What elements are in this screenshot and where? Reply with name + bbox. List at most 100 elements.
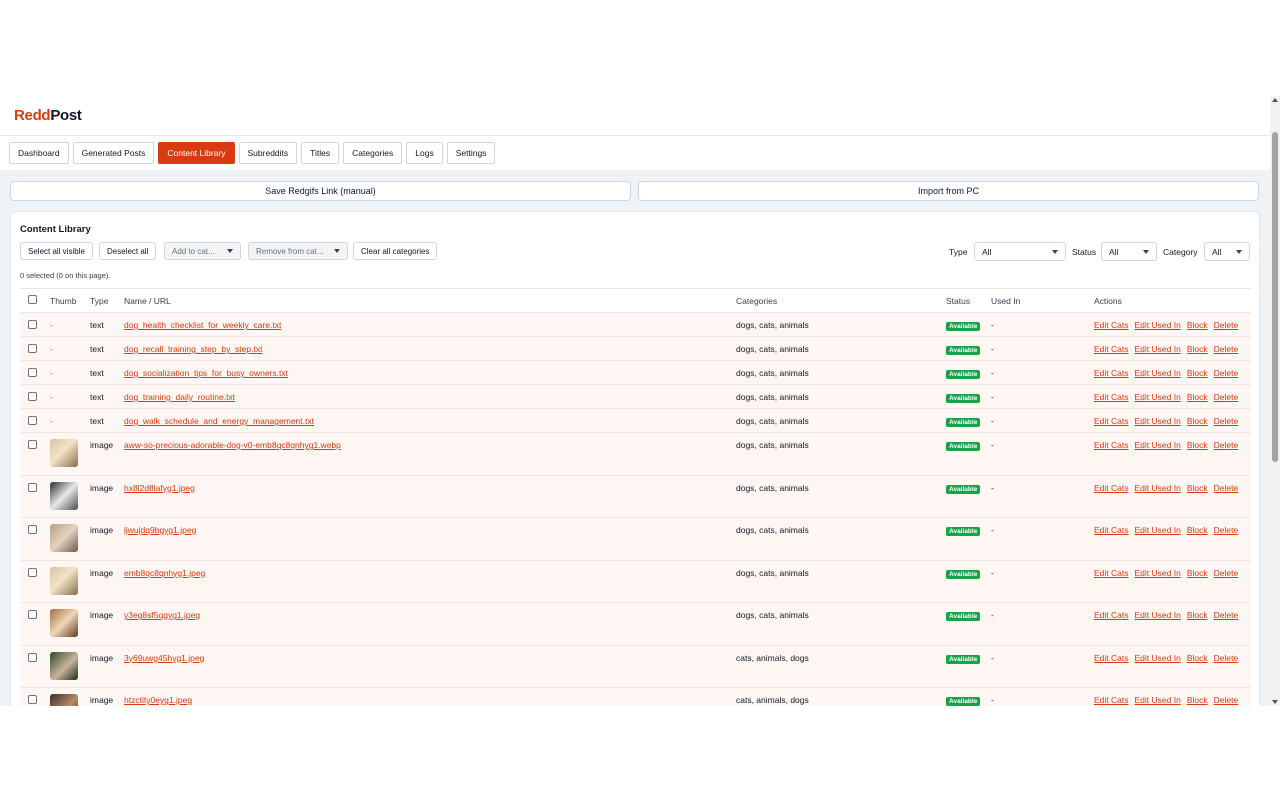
table-row[interactable]: image y3eg8sf5qgyg1.jpeg dogs, cats, anima… (20, 602, 1251, 646)
row-checkbox[interactable] (28, 392, 37, 401)
file-name-link[interactable]: dog_walk_schedule_and_energy_management.… (124, 416, 314, 426)
row-checkbox[interactable] (28, 695, 37, 704)
edit-used-in-link[interactable]: Edit Used In (1135, 695, 1181, 705)
category-filter-select[interactable]: All (1204, 242, 1250, 261)
edit-used-in-link[interactable]: Edit Used In (1135, 368, 1181, 378)
tab-titles[interactable]: Titles (301, 142, 340, 164)
row-checkbox[interactable] (28, 344, 37, 353)
table-row[interactable]: image emb8qc8qnhyg1.jpeg dogs, cats, anima… (20, 560, 1251, 603)
scroll-up-icon[interactable] (1272, 98, 1278, 102)
table-row[interactable]: image aww-so-precious-adorable-dog-v0-emb… (20, 432, 1251, 476)
tab-categories[interactable]: Categories (343, 142, 403, 164)
edit-used-in-link[interactable]: Edit Used In (1135, 653, 1181, 663)
delete-link[interactable]: Delete (1214, 568, 1239, 578)
edit-cats-link[interactable]: Edit Cats (1094, 416, 1129, 426)
edit-cats-link[interactable]: Edit Cats (1094, 653, 1129, 663)
thumbnail-image[interactable] (50, 609, 78, 637)
table-row[interactable]: - text dog_walk_schedule_and_energy_manage… (20, 408, 1251, 433)
edit-cats-link[interactable]: Edit Cats (1094, 610, 1129, 620)
edit-cats-link[interactable]: Edit Cats (1094, 368, 1129, 378)
edit-cats-link[interactable]: Edit Cats (1094, 695, 1129, 705)
block-link[interactable]: Block (1187, 368, 1208, 378)
file-name-link[interactable]: hx8l2d8lafyg1.jpeg (124, 483, 195, 493)
row-checkbox[interactable] (28, 610, 37, 619)
page-scrollbar[interactable] (1270, 96, 1280, 706)
row-checkbox-cell[interactable] (20, 475, 50, 518)
thumbnail-image[interactable] (50, 439, 78, 467)
remove-from-category-select[interactable]: Remove from cat... (248, 242, 348, 260)
edit-used-in-link[interactable]: Edit Used In (1135, 610, 1181, 620)
block-link[interactable]: Block (1187, 320, 1208, 330)
edit-used-in-link[interactable]: Edit Used In (1135, 416, 1181, 426)
delete-link[interactable]: Delete (1214, 344, 1239, 354)
row-checkbox-cell[interactable] (20, 432, 50, 476)
tab-logs[interactable]: Logs (406, 142, 443, 164)
file-name-link[interactable]: dog_socialization_tips_for_busy_owners.t… (124, 368, 288, 378)
edit-cats-link[interactable]: Edit Cats (1094, 320, 1129, 330)
table-row[interactable]: - text dog_recall_training_step_by_step.tx… (20, 336, 1251, 361)
row-checkbox-cell[interactable] (20, 336, 50, 361)
thumbnail-image[interactable] (50, 481, 78, 510)
import-from-pc-button[interactable]: Import from PC (638, 181, 1259, 201)
block-link[interactable]: Block (1187, 416, 1208, 426)
file-name-link[interactable]: emb8qc8qnhyg1.jpeg (124, 568, 205, 578)
edit-cats-link[interactable]: Edit Cats (1094, 440, 1129, 450)
delete-link[interactable]: Delete (1214, 392, 1239, 402)
tab-generated-posts[interactable]: Generated Posts (72, 142, 155, 164)
thumbnail-image[interactable] (50, 651, 78, 680)
table-row[interactable]: - text dog_socialization_tips_for_busy_own… (20, 360, 1251, 385)
row-checkbox-cell[interactable] (20, 384, 50, 409)
tab-subreddits[interactable]: Subreddits (238, 142, 298, 164)
table-row[interactable]: image ljwujdq9bgyg1.jpeg dogs, cats, anima… (20, 517, 1251, 561)
thumbnail-image[interactable] (50, 566, 78, 595)
block-link[interactable]: Block (1187, 653, 1208, 663)
row-checkbox-cell[interactable] (20, 687, 50, 706)
select-all-checkbox-cell[interactable] (20, 288, 50, 313)
delete-link[interactable]: Delete (1214, 483, 1239, 493)
row-checkbox[interactable] (28, 652, 37, 662)
row-checkbox-cell[interactable] (20, 645, 50, 688)
row-checkbox-cell[interactable] (20, 602, 50, 646)
delete-link[interactable]: Delete (1214, 653, 1239, 663)
delete-link[interactable]: Delete (1214, 368, 1239, 378)
type-filter-select[interactable]: All (974, 242, 1066, 261)
block-link[interactable]: Block (1187, 695, 1208, 705)
row-checkbox-cell[interactable] (20, 408, 50, 433)
scroll-down-icon[interactable] (1272, 700, 1278, 704)
table-row[interactable]: - text dog_training_daily_routine.txt dogs,… (20, 384, 1251, 409)
row-checkbox-cell[interactable] (20, 360, 50, 385)
deselect-all-button[interactable]: Deselect all (99, 242, 157, 260)
edit-used-in-link[interactable]: Edit Used In (1135, 525, 1181, 535)
delete-link[interactable]: Delete (1214, 610, 1239, 620)
save-redgifs-link-button[interactable]: Save Redgifs Link (manual) (10, 181, 631, 201)
file-name-link[interactable]: dog_training_daily_routine.txt (124, 392, 235, 402)
row-checkbox[interactable] (28, 320, 37, 329)
thumbnail-image[interactable] (50, 694, 78, 706)
edit-used-in-link[interactable]: Edit Used In (1135, 392, 1181, 402)
scrollbar-thumb[interactable] (1272, 132, 1278, 462)
row-checkbox[interactable] (28, 525, 37, 534)
file-name-link[interactable]: aww-so-precious-adorable-dog-v0-emb8qc8q… (124, 440, 341, 450)
edit-cats-link[interactable]: Edit Cats (1094, 568, 1129, 578)
select-all-checkbox[interactable] (28, 295, 37, 304)
delete-link[interactable]: Delete (1214, 440, 1239, 450)
table-row[interactable]: image htzctity0eyg1.jpeg cats, animals, do… (20, 687, 1251, 706)
edit-cats-link[interactable]: Edit Cats (1094, 392, 1129, 402)
delete-link[interactable]: Delete (1214, 416, 1239, 426)
tab-content-library[interactable]: Content Library (158, 142, 235, 164)
block-link[interactable]: Block (1187, 525, 1208, 535)
row-checkbox-cell[interactable] (20, 560, 50, 603)
delete-link[interactable]: Delete (1214, 320, 1239, 330)
select-all-visible-button[interactable]: Select all visible (20, 242, 93, 260)
block-link[interactable]: Block (1187, 392, 1208, 402)
delete-link[interactable]: Delete (1214, 695, 1239, 705)
edit-used-in-link[interactable]: Edit Used In (1135, 568, 1181, 578)
brand-logo[interactable]: ReddPost (14, 107, 82, 124)
row-checkbox-cell[interactable] (20, 517, 50, 561)
row-checkbox[interactable] (28, 440, 37, 449)
clear-all-categories-button[interactable]: Clear all categories (353, 242, 438, 260)
row-checkbox-cell[interactable] (20, 312, 50, 337)
edit-cats-link[interactable]: Edit Cats (1094, 344, 1129, 354)
block-link[interactable]: Block (1187, 483, 1208, 493)
block-link[interactable]: Block (1187, 344, 1208, 354)
